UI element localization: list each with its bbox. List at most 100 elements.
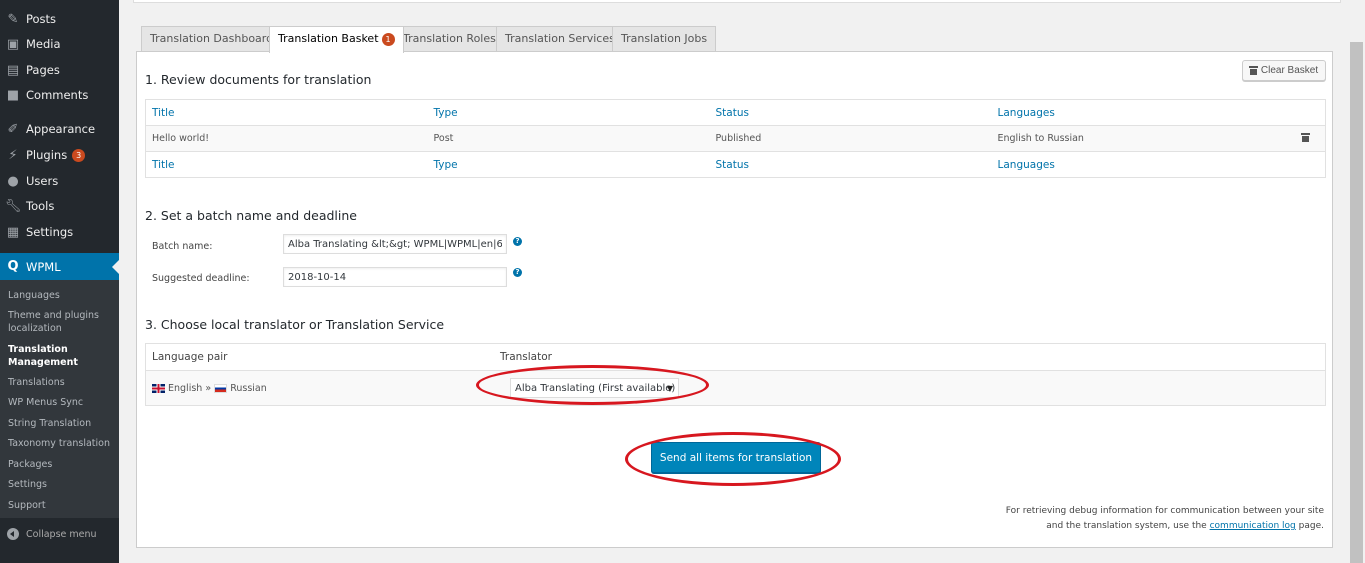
column-header-language-pair: Language pair — [152, 351, 228, 363]
deadline-input[interactable] — [283, 267, 507, 287]
target-language: Russian — [230, 382, 267, 394]
sidebar-item-label: Appearance — [26, 122, 96, 136]
translator-select[interactable]: Alba Translating (First available) ▼ — [510, 378, 679, 398]
sidebar-item-plugins[interactable]: ⚡ Plugins 3 — [0, 142, 119, 168]
pin-icon: ✎ — [7, 11, 19, 27]
pages-icon: ▤ — [6, 62, 20, 78]
brush-icon: ✐ — [7, 121, 19, 137]
help-icon[interactable]: ? — [513, 268, 522, 277]
sidebar-item-media[interactable]: ▣ Media — [0, 31, 119, 57]
section-review-title: 1. Review documents for translation — [145, 72, 372, 87]
admin-sidebar: ✎ Posts ▣ Media ▤ Pages ■ Comments ✐ App… — [0, 0, 119, 563]
column-header-status[interactable]: Status — [709, 99, 992, 126]
column-footer-type[interactable]: Type — [427, 151, 710, 178]
wrench-icon: 🔧︎ — [4, 198, 22, 214]
basket-count-badge: 1 — [381, 33, 395, 46]
cell-languages: English to Russian — [991, 125, 1296, 152]
column-header-type[interactable]: Type — [427, 99, 710, 126]
tab-translation-basket[interactable]: Translation Basket 1 — [269, 26, 404, 53]
column-header-title[interactable]: Title — [145, 99, 428, 126]
sidebar-item-label: Media — [26, 37, 61, 51]
uk-flag-icon — [152, 383, 165, 393]
submenu-item-string-translation[interactable]: String Translation — [8, 417, 116, 430]
column-header-translator: Translator — [500, 351, 552, 363]
sidebar-item-label: Tools — [26, 199, 55, 213]
tab-label: Translation Basket — [278, 32, 379, 45]
translation-basket-panel: 1. Review documents for translation Clea… — [136, 51, 1333, 548]
documents-table: Title Type Status Languages Hello world!… — [145, 99, 1326, 178]
collapse-arrow-icon — [7, 528, 19, 540]
translator-row: English » Russian Alba Translating (Firs… — [146, 370, 1325, 405]
submenu-item-theme-plugins-localization[interactable]: Theme and plugins localization — [8, 309, 116, 335]
chevron-down-icon: ▼ — [666, 383, 673, 393]
sidebar-item-comments[interactable]: ■ Comments — [0, 82, 119, 108]
submenu-item-taxonomy-translation[interactable]: Taxonomy translation — [8, 437, 116, 450]
sidebar-item-posts[interactable]: ✎ Posts — [0, 6, 119, 32]
debug-info-note: For retrieving debug information for com… — [1004, 504, 1324, 534]
sidebar-item-pages[interactable]: ▤ Pages — [0, 57, 119, 83]
translator-selected-value: Alba Translating (First available) — [515, 382, 676, 394]
sidebar-item-wpml[interactable]: Q WPML — [0, 253, 119, 280]
sidebar-item-settings[interactable]: ▦ Settings — [0, 219, 119, 245]
tab-translation-jobs[interactable]: Translation Jobs — [612, 26, 717, 51]
wpml-submenu: Languages Theme and plugins localization… — [0, 280, 119, 518]
russia-flag-icon — [214, 383, 228, 393]
deadline-label: Suggested deadline: — [152, 273, 250, 284]
media-icon: ▣ — [6, 36, 20, 52]
tab-translation-services[interactable]: Translation Services — [496, 26, 624, 51]
sidebar-item-label: Posts — [26, 12, 57, 26]
help-icon[interactable]: ? — [513, 237, 522, 246]
section-translator-title: 3. Choose local translator or Translatio… — [145, 317, 445, 332]
collapse-menu-button[interactable]: Collapse menu — [0, 522, 119, 546]
tab-label: Translation Services — [505, 32, 615, 45]
table-header-row: Title Type Status Languages — [145, 99, 1326, 126]
clear-basket-button[interactable]: Clear Basket — [1242, 60, 1326, 81]
submenu-item-translations[interactable]: Translations — [8, 376, 116, 389]
trash-icon — [1248, 66, 1258, 75]
translator-table: Language pair Translator English » Russi… — [145, 343, 1326, 406]
submenu-item-support[interactable]: Support — [8, 499, 116, 512]
scrollbar-thumb[interactable] — [1350, 42, 1363, 563]
top-notice-box — [133, 0, 1341, 3]
table-footer-row: Title Type Status Languages — [145, 151, 1326, 178]
sidebar-item-tools[interactable]: 🔧︎ Tools — [0, 193, 119, 219]
batch-name-input[interactable] — [283, 234, 507, 254]
settings-icon: ▦ — [6, 224, 20, 240]
tab-translation-dashboard[interactable]: Translation Dashboard — [141, 26, 283, 51]
batch-name-label: Batch name: — [152, 241, 213, 252]
trash-icon — [1300, 132, 1310, 142]
remove-item-button[interactable] — [1295, 125, 1326, 152]
tab-label: Translation Roles — [403, 32, 496, 45]
tab-translation-roles[interactable]: Translation Roles — [394, 26, 505, 51]
language-separator: » — [205, 382, 212, 394]
table-row: Hello world! Post Published English to R… — [145, 125, 1326, 152]
sidebar-item-label: Settings — [26, 225, 74, 239]
column-footer-languages[interactable]: Languages — [991, 151, 1296, 178]
submenu-item-settings[interactable]: Settings — [8, 478, 116, 491]
cell-title: Hello world! — [145, 125, 428, 152]
plugins-update-badge: 3 — [72, 148, 86, 162]
submenu-item-wp-menus-sync[interactable]: WP Menus Sync — [8, 396, 116, 409]
tab-label: Translation Jobs — [621, 32, 708, 45]
tab-label: Translation Dashboard — [150, 32, 274, 45]
active-indicator-arrow — [112, 260, 119, 274]
sidebar-item-label: Users — [26, 174, 59, 188]
column-footer-title[interactable]: Title — [145, 151, 428, 178]
submenu-item-translation-management[interactable]: Translation Management — [8, 343, 116, 369]
column-footer-status[interactable]: Status — [709, 151, 992, 178]
column-header-languages[interactable]: Languages — [991, 99, 1296, 126]
communication-log-link[interactable]: communication log — [1210, 521, 1296, 531]
send-for-translation-button[interactable]: Send all items for translation — [651, 442, 821, 473]
cell-status: Published — [709, 125, 992, 152]
source-language: English — [168, 382, 203, 394]
plugin-icon: ⚡ — [8, 147, 18, 163]
comment-icon: ■ — [6, 87, 20, 103]
submenu-item-languages[interactable]: Languages — [8, 289, 116, 302]
translator-table-header: Language pair Translator — [146, 344, 1325, 370]
sidebar-item-users[interactable]: ● Users — [0, 168, 119, 194]
sidebar-item-label: Plugins — [26, 148, 68, 162]
submenu-item-packages[interactable]: Packages — [8, 458, 116, 471]
sidebar-item-appearance[interactable]: ✐ Appearance — [0, 116, 119, 142]
collapse-menu-label: Collapse menu — [26, 528, 97, 540]
sidebar-item-label: WPML — [26, 259, 61, 274]
